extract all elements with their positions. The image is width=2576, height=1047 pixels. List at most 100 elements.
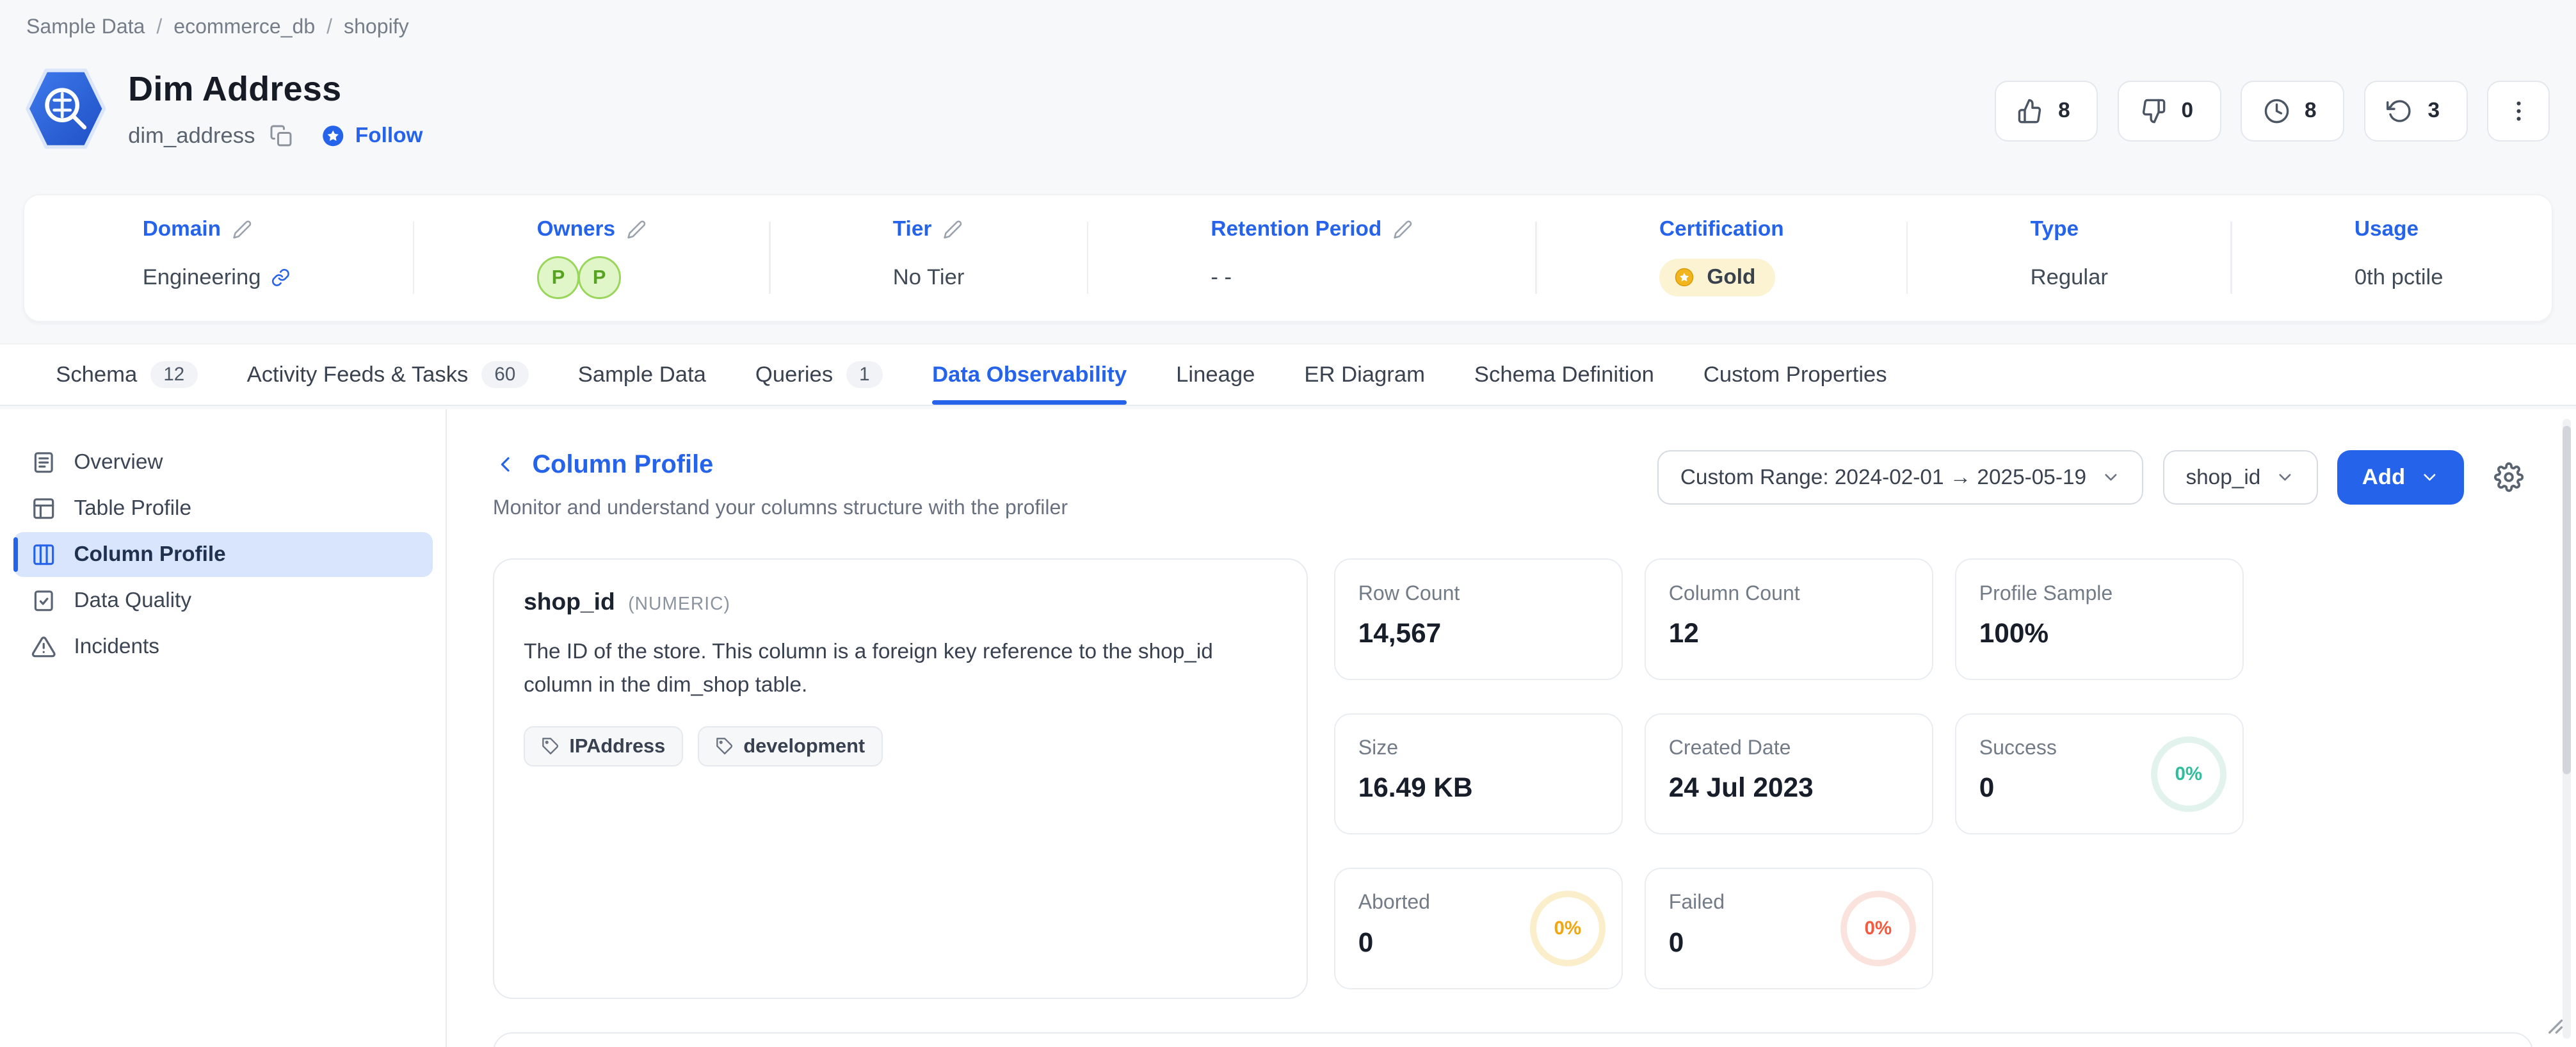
profiler-controls: Custom Range: 2024-02-01 → 2025-05-19 sh… <box>1657 450 2533 505</box>
link-icon <box>271 268 291 288</box>
version-count: 3 <box>2427 99 2440 123</box>
meta-certification: Certification Gold <box>1659 217 1784 299</box>
tab-data-observability[interactable]: Data Observability <box>932 345 1127 405</box>
column-summary-card: shop_id (NUMERIC) The ID of the store. T… <box>493 558 1308 999</box>
stat-failed: Failed 0 0% <box>1645 868 1934 989</box>
tab-label: Queries <box>755 362 833 387</box>
tab-count-badge: 60 <box>481 361 529 388</box>
column-data-type: (NUMERIC) <box>628 593 730 614</box>
sidebar-item-data-quality[interactable]: Data Quality <box>13 578 433 622</box>
certification-value: Gold <box>1707 265 1755 289</box>
add-button-label: Add <box>2362 465 2405 490</box>
tab-activity-feeds[interactable]: Activity Feeds & Tasks 60 <box>247 345 529 405</box>
aborted-percent-ring: 0% <box>1530 891 1606 966</box>
follow-button[interactable]: Follow <box>321 124 423 148</box>
tier-value: No Tier <box>893 265 965 290</box>
tier-label: Tier <box>893 217 932 241</box>
domain-label: Domain <box>143 217 221 241</box>
stat-value: 14,567 <box>1358 618 1599 649</box>
divider <box>2230 222 2232 294</box>
follow-label: Follow <box>355 124 423 148</box>
tab-label: Schema Definition <box>1474 362 1654 387</box>
sidebar-item-incidents[interactable]: Incidents <box>13 624 433 669</box>
chevron-left-icon <box>493 452 517 476</box>
retention-value: - - <box>1211 265 1232 290</box>
tab-schema[interactable]: Schema 12 <box>56 345 197 405</box>
domain-value[interactable]: Engineering <box>143 265 261 290</box>
tab-er-diagram[interactable]: ER Diagram <box>1304 345 1425 405</box>
back-to-profile[interactable]: Column Profile <box>493 450 1068 479</box>
history-icon <box>2387 98 2413 124</box>
kebab-menu-icon <box>2506 98 2532 124</box>
owner-avatar[interactable]: P <box>578 256 621 299</box>
stat-label: Column Count <box>1669 581 1910 605</box>
type-value: Regular <box>2031 265 2108 290</box>
edit-pencil-icon[interactable] <box>943 220 963 239</box>
success-percent-ring: 0% <box>2151 736 2226 812</box>
divider <box>1906 222 1908 294</box>
table-entity-icon <box>23 66 108 151</box>
sidebar-item-label: Incidents <box>74 635 159 659</box>
thumbs-up-icon <box>2017 98 2043 124</box>
certification-label: Certification <box>1659 217 1784 241</box>
header-actions: 8 0 8 3 <box>1995 81 2550 142</box>
owner-avatar[interactable]: P <box>537 256 580 299</box>
copy-icon[interactable] <box>270 124 293 147</box>
tab-count-badge: 1 <box>846 361 883 388</box>
stat-label: Created Date <box>1669 736 1910 759</box>
breadcrumb-item[interactable]: ecommerce_db <box>173 15 315 38</box>
sidebar-item-label: Overview <box>74 450 163 475</box>
more-options-button[interactable] <box>2487 81 2550 142</box>
failed-percent-ring: 0% <box>1840 891 1916 966</box>
column-select-dropdown[interactable]: shop_id <box>2163 450 2317 505</box>
sidebar-item-overview[interactable]: Overview <box>13 441 433 485</box>
watch-button[interactable]: 8 <box>2241 81 2344 142</box>
sidebar-item-table-profile[interactable]: Table Profile <box>13 487 433 531</box>
thumbs-down-icon <box>2140 98 2166 124</box>
edit-pencil-icon[interactable] <box>627 220 647 239</box>
data-quality-icon <box>31 588 56 613</box>
app-window: Sample Data / ecommerce_db / shopify Dim… <box>0 0 2576 1047</box>
tab-queries[interactable]: Queries 1 <box>755 345 883 405</box>
panel-subtitle: Monitor and understand your columns stru… <box>493 496 1068 519</box>
table-profile-icon <box>31 496 56 521</box>
column-profile-panel: Column Profile Monitor and understand yo… <box>447 409 2576 1047</box>
entity-tabs: Schema 12 Activity Feeds & Tasks 60 Samp… <box>0 343 2576 406</box>
tab-label: Activity Feeds & Tasks <box>247 362 469 387</box>
column-tags: IPAddress development <box>524 726 1277 767</box>
version-history-button[interactable]: 3 <box>2364 81 2468 142</box>
divider <box>1087 222 1089 294</box>
downvote-button[interactable]: 0 <box>2118 81 2221 142</box>
meta-usage: Usage 0th pctile <box>2355 217 2443 299</box>
sidebar-item-label: Column Profile <box>74 542 225 567</box>
settings-button[interactable] <box>2484 450 2533 505</box>
resize-handle-icon <box>2547 1018 2564 1035</box>
tab-schema-definition[interactable]: Schema Definition <box>1474 345 1654 405</box>
tab-label: Custom Properties <box>1703 362 1887 387</box>
tab-custom-properties[interactable]: Custom Properties <box>1703 345 1887 405</box>
sidebar-item-column-profile[interactable]: Column Profile <box>13 532 433 576</box>
upvote-button[interactable]: 8 <box>1995 81 2098 142</box>
tab-label: ER Diagram <box>1304 362 1425 387</box>
overview-icon <box>31 450 56 475</box>
follow-star-icon <box>321 124 345 148</box>
tag-pill[interactable]: development <box>698 726 883 767</box>
breadcrumb-item[interactable]: shopify <box>344 15 409 38</box>
tab-lineage[interactable]: Lineage <box>1176 345 1255 405</box>
stat-label: Profile Sample <box>1979 581 2220 605</box>
column-select-value: shop_id <box>2186 466 2260 490</box>
panel-title: Column Profile <box>532 450 713 479</box>
date-range-dropdown[interactable]: Custom Range: 2024-02-01 → 2025-05-19 <box>1657 450 2143 505</box>
add-button[interactable]: Add <box>2337 450 2464 505</box>
downvote-count: 0 <box>2182 99 2194 123</box>
breadcrumb: Sample Data / ecommerce_db / shopify <box>26 15 409 38</box>
edit-pencil-icon[interactable] <box>1393 220 1413 239</box>
stat-value: 12 <box>1669 618 1910 649</box>
tab-sample-data[interactable]: Sample Data <box>578 345 706 405</box>
tab-count-badge: 12 <box>150 361 198 388</box>
breadcrumb-item[interactable]: Sample Data <box>26 15 145 38</box>
scrollbar-thumb[interactable] <box>2563 426 2571 774</box>
column-profile-icon <box>31 542 56 567</box>
tag-pill[interactable]: IPAddress <box>524 726 683 767</box>
edit-pencil-icon[interactable] <box>232 220 252 239</box>
